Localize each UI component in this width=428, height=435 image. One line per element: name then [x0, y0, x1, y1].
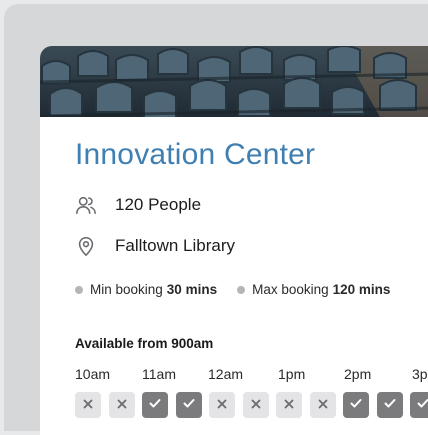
venue-card[interactable]: Innovation Center 120 People Falltown Li… — [40, 46, 428, 435]
x-icon — [217, 396, 227, 414]
time-label: 1pm — [278, 366, 306, 382]
people-icon — [75, 194, 97, 216]
time-slot-unavailable[interactable] — [243, 392, 269, 418]
x-icon — [284, 396, 294, 414]
time-label: 11am — [142, 366, 176, 382]
check-icon — [383, 396, 397, 415]
time-slot-unavailable[interactable] — [75, 392, 101, 418]
max-booking-rule: Max booking 120 mins — [237, 282, 390, 297]
venue-title: Innovation Center — [75, 138, 316, 171]
x-icon — [117, 396, 127, 414]
location-pin-icon — [75, 235, 97, 257]
background-panel: Innovation Center 120 People Falltown Li… — [4, 4, 428, 435]
capacity-row: 120 People — [75, 192, 201, 218]
x-icon — [83, 396, 93, 414]
time-slot-unavailable[interactable] — [310, 392, 336, 418]
time-label: 3pm — [412, 366, 428, 382]
time-slot-available[interactable] — [176, 392, 202, 418]
rule-value: 30 mins — [166, 282, 218, 297]
min-booking-rule: Min booking 30 mins — [75, 282, 217, 297]
check-icon — [416, 396, 428, 415]
time-slot-available[interactable] — [343, 392, 369, 418]
location-row: Falltown Library — [75, 233, 235, 259]
time-label: 10am — [75, 366, 111, 382]
bullet-dot — [237, 285, 246, 294]
rule-label: Max booking — [252, 282, 329, 297]
x-icon — [251, 396, 261, 414]
time-slot-unavailable[interactable] — [276, 392, 302, 418]
venue-photo — [40, 46, 428, 117]
bullet-dot — [75, 285, 83, 294]
time-slot-available[interactable] — [142, 392, 168, 418]
x-icon — [318, 396, 328, 414]
booking-rules: Min booking 30 mins Max booking 120 mins — [75, 282, 410, 297]
check-icon — [182, 396, 196, 415]
check-icon — [148, 396, 162, 415]
availability-heading: Available from 900am — [75, 336, 214, 351]
time-slot-unavailable[interactable] — [109, 392, 135, 418]
time-label: 2pm — [344, 366, 372, 382]
location-text: Falltown Library — [115, 236, 235, 255]
time-slot-available[interactable] — [410, 392, 428, 418]
check-icon — [349, 396, 363, 415]
rule-value: 120 mins — [332, 282, 391, 297]
rule-label: Min booking — [90, 282, 163, 297]
time-slot-available[interactable] — [377, 392, 403, 418]
time-label: 12am — [208, 366, 244, 382]
time-slot-unavailable[interactable] — [209, 392, 235, 418]
capacity-text: 120 People — [115, 195, 202, 214]
